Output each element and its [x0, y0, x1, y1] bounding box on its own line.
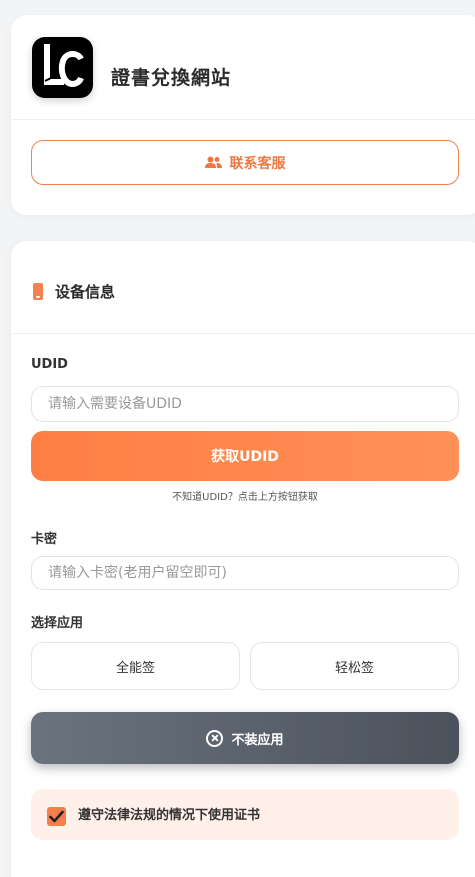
agreement-box: 遵守法律法规的情况下使用证书 [31, 789, 459, 840]
udid-label: UDID [31, 357, 68, 372]
close-circle-icon [206, 729, 224, 747]
app-option-quanneng[interactable]: 全能签 [31, 642, 240, 690]
contact-support-label: 联系客服 [229, 155, 286, 172]
get-udid-label: 获取UDID [211, 449, 279, 465]
header-divider [11, 119, 475, 120]
app-option-label: 全能签 [115, 660, 155, 676]
section-divider [11, 333, 475, 334]
agreement-checkbox[interactable] [47, 807, 66, 826]
card-key-input[interactable] [31, 556, 459, 590]
phone-icon [33, 283, 43, 300]
site-logo [32, 37, 93, 98]
no-install-app-button[interactable]: 不装应用 [31, 712, 459, 764]
users-icon [204, 156, 222, 168]
agreement-text: 遵守法律法规的情况下使用证书 [78, 808, 261, 823]
section-title: 设备信息 [55, 283, 116, 301]
logo-mark-icon [44, 44, 84, 88]
udid-input[interactable] [31, 386, 459, 422]
app-option-qingsong[interactable]: 轻松签 [250, 642, 459, 690]
header-card: 證書兌換網站 联系客服 [11, 15, 475, 215]
section-header: 设备信息 [33, 281, 115, 302]
app-option-label: 轻松签 [334, 660, 374, 676]
check-icon [49, 810, 64, 823]
contact-support-button[interactable]: 联系客服 [31, 140, 459, 185]
card-key-label: 卡密 [31, 532, 58, 547]
app-select-label: 选择应用 [31, 616, 84, 631]
udid-hint: 不知道UDID？点击上方按钮获取 [172, 492, 318, 503]
no-install-app-label: 不装应用 [231, 732, 284, 748]
get-udid-button[interactable]: 获取UDID [31, 431, 459, 481]
device-info-card: 设备信息 UDID 获取UDID 不知道UDID？点击上方按钮获取 卡密 选择应… [11, 241, 475, 877]
site-title: 證書兌換網站 [111, 67, 232, 89]
